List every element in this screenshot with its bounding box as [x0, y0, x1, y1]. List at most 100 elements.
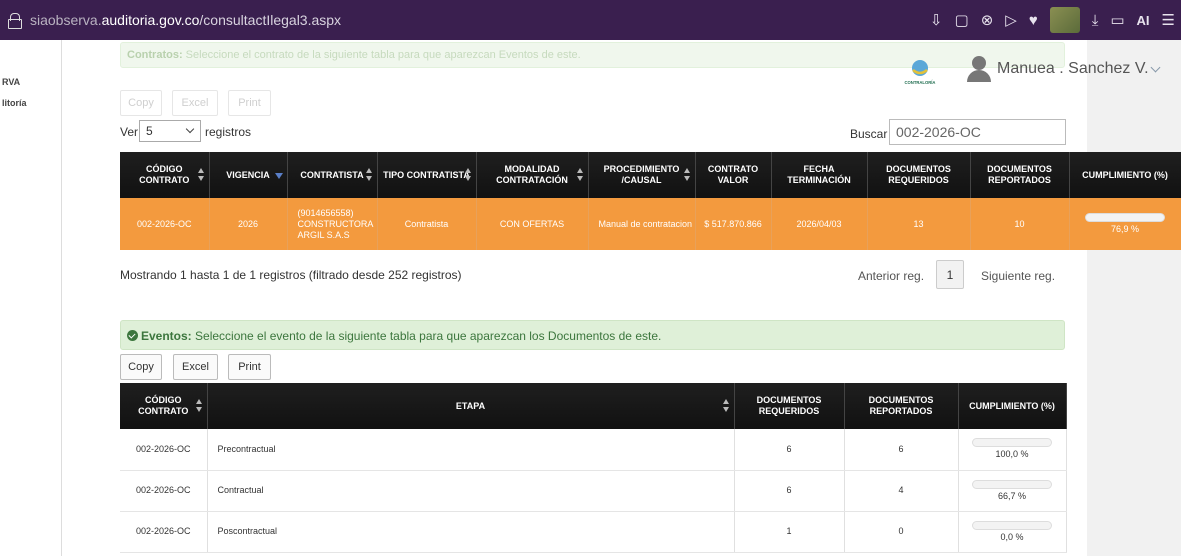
cell-etapa: Contractual	[207, 470, 735, 512]
cell-requeridos: 1	[734, 511, 845, 553]
print-button-events[interactable]: Print	[228, 354, 271, 380]
progress-bar	[1085, 213, 1165, 222]
header-vigencia[interactable]: VIGENCIA	[209, 152, 288, 198]
header-label: CONTRATO VALOR	[707, 164, 759, 185]
header-docs-requeridos[interactable]: DOCUMENTOS REQUERIDOS	[734, 383, 845, 429]
contratos-alert-title: Contratos:	[127, 49, 183, 61]
url-path: /consultactIlegal3.aspx	[199, 12, 342, 28]
cell-cumplimiento: 100,0 %	[958, 429, 1067, 471]
lock-icon[interactable]	[8, 13, 22, 29]
sort-icon	[197, 168, 205, 182]
profile-avatar-icon[interactable]	[1049, 7, 1080, 33]
header-label: CÓDIGO CONTRATO	[138, 395, 189, 416]
table-row[interactable]: 002-2026-OC 2026 (9014656558) CONSTRUCTO…	[120, 198, 1181, 250]
header-label: CONTRATISTA	[300, 169, 364, 180]
url-prefix: siaobserva.	[30, 12, 102, 28]
sort-icon	[722, 399, 730, 413]
sort-icon	[464, 168, 472, 182]
next-page-link[interactable]: Siguiente reg.	[981, 269, 1055, 283]
cell-reportados: 6	[844, 429, 959, 471]
table-row[interactable]: 002-2026-OC Contractual 6 4 66,7 %	[120, 470, 1067, 512]
cell-cumplimiento: 76,9 %	[1069, 198, 1181, 250]
header-modalidad[interactable]: MODALIDAD CONTRATACIÓN	[476, 152, 589, 198]
url-text[interactable]: siaobserva.auditoria.gov.co/consultactIl…	[30, 12, 341, 28]
header-label: CUMPLIMIENTO (%)	[969, 400, 1055, 411]
header-label: MODALIDAD CONTRATACIÓN	[496, 164, 568, 185]
browser-address-bar: siaobserva.auditoria.gov.co/consultactIl…	[0, 0, 1181, 40]
cell-codigo: 002-2026-OC	[120, 511, 208, 553]
cell-contratista: (9014656558) CONSTRUCTORA ARGIL S.A.S	[287, 198, 378, 250]
cell-etapa: Poscontractual	[207, 511, 735, 553]
header-fecha-terminacion[interactable]: FECHA TERMINACIÓN	[771, 152, 868, 198]
copy-button-contracts[interactable]: Copy	[120, 90, 162, 116]
screenshot-icon[interactable]: ▢	[955, 11, 969, 29]
battery-icon[interactable]: ▭	[1110, 11, 1124, 29]
eventos-alert-title: Eventos:	[141, 329, 192, 343]
svg-text:CONTRALORÍA: CONTRALORÍA	[905, 80, 936, 85]
table-row[interactable]: 002-2026-OC Poscontractual 1 0 0,0 %	[120, 511, 1067, 553]
header-label: PROCEDIMIENTO /CAUSAL	[603, 164, 680, 185]
header-tipo-contratista[interactable]: TIPO CONTRATISTA	[377, 152, 477, 198]
header-label: DOCUMENTOS REPORTADOS	[868, 395, 934, 416]
extension-icon[interactable]: ⊗	[981, 11, 994, 29]
url-domain: auditoria.gov.co	[101, 12, 200, 28]
events-table: CÓDIGO CONTRATO ETAPA DOCUMENTOS REQUERI…	[120, 383, 1067, 553]
registros-label: registros	[205, 125, 252, 139]
excel-button-contracts[interactable]: Excel	[172, 90, 218, 116]
install-app-icon[interactable]: ⇩	[930, 11, 943, 29]
copy-button-events[interactable]: Copy	[120, 354, 162, 380]
user-avatar-icon[interactable]	[966, 56, 992, 82]
sidebar-text-2: litoría	[2, 98, 27, 108]
progress-bar	[972, 479, 1052, 489]
previous-page-link[interactable]: Anterior reg.	[858, 269, 924, 283]
header-etapa[interactable]: ETAPA	[207, 383, 735, 429]
cell-requeridos: 6	[734, 470, 845, 512]
cell-requeridos: 13	[867, 198, 971, 250]
chevron-down-icon	[185, 124, 195, 134]
right-margin	[1087, 40, 1181, 556]
header-procedimiento[interactable]: PROCEDIMIENTO /CAUSAL	[588, 152, 696, 198]
eventos-alert-text: Seleccione el evento de la siguiente tab…	[191, 329, 662, 343]
excel-button-events[interactable]: Excel	[173, 354, 218, 380]
header-cumplimiento[interactable]: CUMPLIMIENTO (%)	[958, 383, 1067, 429]
sort-desc-icon	[274, 173, 283, 179]
header-contratista[interactable]: CONTRATISTA	[287, 152, 378, 198]
menu-icon[interactable]: ☰	[1162, 11, 1175, 29]
header-docs-reportados[interactable]: DOCUMENTOS REPORTADOS	[970, 152, 1070, 198]
header-docs-reportados[interactable]: DOCUMENTOS REPORTADOS	[844, 383, 959, 429]
ai-assistant-button[interactable]: AI	[1137, 13, 1150, 28]
print-button-contracts[interactable]: Print	[228, 90, 271, 116]
header-label: DOCUMENTOS REQUERIDOS	[886, 164, 951, 185]
cell-tipo: Contratista	[377, 198, 477, 250]
cell-vigencia: 2026	[209, 198, 288, 250]
header-label: ETAPA	[455, 400, 486, 411]
header-codigo-contrato[interactable]: CÓDIGO CONTRATO	[120, 152, 210, 198]
heart-icon[interactable]: ♥	[1029, 12, 1038, 29]
play-icon[interactable]: ▷	[1005, 11, 1017, 29]
header-docs-requeridos[interactable]: DOCUMENTOS REQUERIDOS	[867, 152, 971, 198]
page-length-select[interactable]: 5	[139, 120, 201, 142]
page-button-1[interactable]: 1	[936, 260, 964, 289]
contracts-table: CÓDIGO CONTRATO VIGENCIA CONTRATISTA TIP…	[120, 152, 1181, 250]
cell-valor: $ 517.870.866	[695, 198, 772, 250]
header-cumplimiento[interactable]: CUMPLIMIENTO (%)	[1069, 152, 1181, 198]
cell-reportados: 10	[970, 198, 1070, 250]
contraloria-logo: CONTRALORÍA	[905, 60, 936, 85]
progress-label: 0,0 %	[1000, 531, 1024, 542]
cell-procedimiento: Manual de contratacion	[588, 198, 696, 250]
search-input[interactable]	[889, 119, 1066, 145]
header-codigo-contrato[interactable]: CÓDIGO CONTRATO	[120, 383, 208, 429]
progress-label: 100,0 %	[995, 449, 1029, 460]
download-icon[interactable]: ⤓	[1092, 12, 1099, 29]
header-label: FECHA TERMINACIÓN	[787, 164, 851, 185]
eventos-alert: Eventos: Seleccione el evento de la sigu…	[120, 320, 1065, 350]
cell-requeridos: 6	[734, 429, 845, 471]
user-name[interactable]: Manuea . Sanchez V.	[997, 60, 1149, 78]
header-contrato-valor[interactable]: CONTRATO VALOR	[695, 152, 772, 198]
check-circle-icon	[127, 330, 138, 341]
header-label: DOCUMENTOS REQUERIDOS	[756, 395, 822, 416]
sort-icon	[195, 399, 203, 413]
table-row[interactable]: 002-2026-OC Precontractual 6 6 100,0 %	[120, 429, 1067, 471]
contratos-alert-text: Seleccione el contrato de la siguiente t…	[182, 49, 581, 61]
sort-icon	[683, 168, 691, 182]
